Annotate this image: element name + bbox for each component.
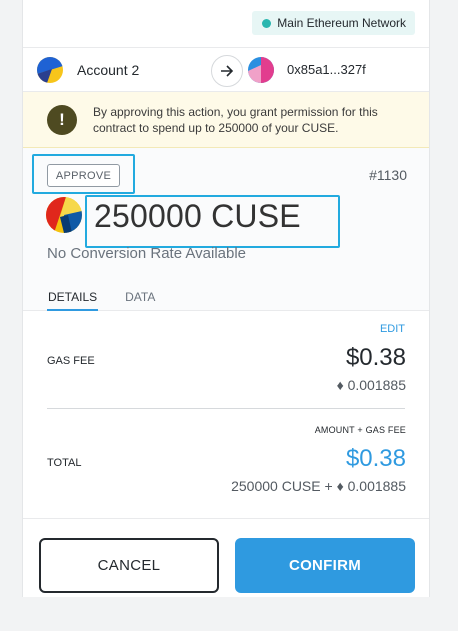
conversion-rate: No Conversion Rate Available [47, 245, 247, 262]
amount-gas-label: AMOUNT + GAS FEE [314, 425, 406, 435]
total-fiat: $0.38 [345, 445, 406, 472]
sender-avatar-icon [37, 56, 63, 83]
details-divider [47, 408, 405, 409]
detail-tabs: DETAILS DATA [47, 290, 155, 311]
highlight-box-action [32, 154, 135, 194]
network-bar: Main Ethereum Network [23, 0, 429, 47]
edit-gas-link[interactable]: EDIT [380, 323, 405, 335]
accounts-row: Account 2 0x85a1...327f [23, 47, 429, 92]
cancel-button[interactable]: CANCEL [39, 538, 219, 593]
recipient-avatar-icon [248, 56, 274, 83]
tab-data[interactable]: DATA [125, 290, 155, 311]
transaction-nonce: #1130 [369, 167, 407, 183]
confirm-popup: Main Ethereum Network Account 2 0x85a1..… [22, 0, 430, 597]
highlight-box-amount [85, 195, 340, 248]
gas-fee-fiat: $0.38 [345, 344, 406, 371]
total-breakdown: 250000 CUSE + ♦ 0.001885 [231, 478, 406, 494]
transaction-summary: APPROVE #1130 250000 CUSE No Conversion … [23, 148, 429, 311]
sender-account[interactable]: Account 2 [23, 56, 212, 83]
approval-warning: ! By approving this action, you grant pe… [23, 92, 429, 148]
page: Main Ethereum Network Account 2 0x85a1..… [0, 0, 458, 631]
network-label: Main Ethereum Network [277, 16, 406, 30]
tab-details[interactable]: DETAILS [47, 290, 99, 311]
network-status-dot-icon [262, 18, 272, 28]
fee-details: EDIT GAS FEE $0.38 ♦ 0.001885 AMOUNT + G… [23, 311, 429, 514]
action-footer: CANCEL CONFIRM [23, 518, 429, 597]
confirm-button[interactable]: CONFIRM [235, 538, 415, 593]
network-selector[interactable]: Main Ethereum Network [252, 11, 415, 35]
token-icon [46, 197, 82, 233]
sender-account-name: Account 2 [77, 61, 140, 78]
total-label: TOTAL [47, 457, 82, 469]
warning-text: By approving this action, you grant perm… [93, 104, 378, 135]
recipient-address: 0x85a1...327f [287, 62, 366, 77]
gas-fee-label: GAS FEE [47, 355, 95, 367]
gas-fee-eth: ♦ 0.001885 [336, 377, 406, 393]
arrow-right-icon [211, 55, 243, 87]
exclamation-icon: ! [47, 104, 77, 135]
